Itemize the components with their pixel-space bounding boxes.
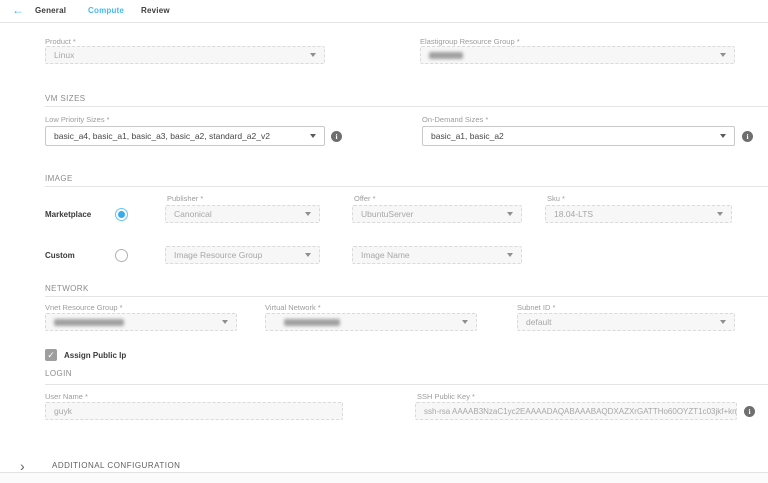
redacted-value: [284, 319, 340, 326]
virtual-network-select[interactable]: [265, 313, 477, 331]
image-resource-group-select[interactable]: Image Resource Group: [165, 246, 320, 264]
low-priority-sizes-label: Low Priority Sizes *: [45, 115, 110, 124]
chevron-down-icon: [720, 53, 726, 57]
ssh-public-key-label: SSH Public Key *: [417, 392, 475, 401]
sku-label: Sku *: [547, 194, 565, 203]
low-priority-sizes-select[interactable]: basic_a4, basic_a1, basic_a3, basic_a2, …: [45, 126, 325, 146]
tab-review[interactable]: Review: [141, 6, 170, 15]
assign-public-ip-label: Assign Public Ip: [64, 351, 126, 360]
vnet-resource-group-label: Vnet Resource Group *: [45, 303, 123, 312]
sku-select[interactable]: 18.04-LTS: [545, 205, 732, 223]
compute-configuration-page: ← General Compute Review Product * Linux…: [0, 0, 768, 483]
vm-sizes-divider: [45, 106, 768, 107]
chevron-down-icon: [305, 253, 311, 257]
on-demand-sizes-label: On-Demand Sizes *: [422, 115, 488, 124]
vnet-resource-group-select[interactable]: [45, 313, 237, 331]
publisher-label: Publisher *: [167, 194, 203, 203]
on-demand-sizes-value: basic_a1, basic_a2: [431, 131, 504, 141]
product-value: Linux: [54, 50, 74, 60]
chevron-down-icon: [310, 53, 316, 57]
user-name-input[interactable]: guyk: [45, 402, 343, 420]
user-name-label: User Name *: [45, 392, 88, 401]
publisher-select[interactable]: Canonical: [165, 205, 320, 223]
assign-public-ip-checkbox[interactable]: ✓: [45, 349, 57, 361]
sku-value: 18.04-LTS: [554, 209, 593, 219]
elastigroup-resource-group-label: Elastigroup Resource Group *: [420, 37, 520, 46]
info-icon[interactable]: i: [744, 406, 755, 417]
info-icon[interactable]: i: [742, 131, 753, 142]
tabbar-divider: [0, 22, 768, 23]
offer-label: Offer *: [354, 194, 376, 203]
chevron-down-icon: [305, 212, 311, 216]
chevron-down-icon: [310, 134, 316, 138]
additional-configuration-expander[interactable]: ADDITIONAL CONFIGURATION: [52, 461, 180, 470]
on-demand-sizes-select[interactable]: basic_a1, basic_a2: [422, 126, 735, 146]
low-priority-sizes-value: basic_a4, basic_a1, basic_a3, basic_a2, …: [54, 131, 270, 141]
offer-select[interactable]: UbuntuServer: [352, 205, 522, 223]
user-name-value: guyk: [54, 406, 72, 416]
redacted-value: [54, 319, 124, 326]
chevron-down-icon: [222, 320, 228, 324]
network-section-title: NETWORK: [45, 284, 89, 293]
custom-radio[interactable]: [115, 249, 128, 262]
login-divider: [45, 384, 768, 385]
tab-general[interactable]: General: [35, 6, 66, 15]
ssh-public-key-input[interactable]: ssh-rsa AAAAB3NzaC1yc2EAAAADAQABAAABAQDX…: [415, 402, 737, 420]
subnet-id-label: Subnet ID *: [517, 303, 555, 312]
product-select[interactable]: Linux: [45, 46, 325, 64]
custom-row-label: Custom: [45, 251, 75, 260]
chevron-down-icon: [720, 134, 726, 138]
back-arrow-icon[interactable]: ←: [12, 4, 24, 16]
subnet-id-value: default: [526, 317, 552, 327]
login-section-title: LOGIN: [45, 369, 72, 378]
publisher-value: Canonical: [174, 209, 212, 219]
vm-sizes-section-title: VM SIZES: [45, 94, 86, 103]
marketplace-radio[interactable]: [115, 208, 128, 221]
info-icon[interactable]: i: [331, 131, 342, 142]
chevron-down-icon: [717, 212, 723, 216]
image-name-placeholder: Image Name: [361, 250, 410, 260]
redacted-value: [429, 52, 463, 59]
footer-strip: [0, 473, 768, 483]
subnet-id-select[interactable]: default: [517, 313, 735, 331]
chevron-down-icon: [507, 212, 513, 216]
elastigroup-resource-group-select[interactable]: [420, 46, 735, 64]
product-label: Product *: [45, 37, 76, 46]
tab-compute[interactable]: Compute: [88, 6, 124, 15]
image-divider: [45, 186, 768, 187]
chevron-down-icon: [720, 320, 726, 324]
chevron-down-icon: [462, 320, 468, 324]
offer-value: UbuntuServer: [361, 209, 413, 219]
image-resource-group-placeholder: Image Resource Group: [174, 250, 262, 260]
virtual-network-label: Virtual Network *: [265, 303, 321, 312]
chevron-down-icon: [507, 253, 513, 257]
ssh-public-key-value: ssh-rsa AAAAB3NzaC1yc2EAAAADAQABAAABAQDX…: [424, 407, 737, 416]
network-divider: [45, 296, 768, 297]
image-name-select[interactable]: Image Name: [352, 246, 522, 264]
image-section-title: IMAGE: [45, 174, 73, 183]
marketplace-row-label: Marketplace: [45, 210, 91, 219]
